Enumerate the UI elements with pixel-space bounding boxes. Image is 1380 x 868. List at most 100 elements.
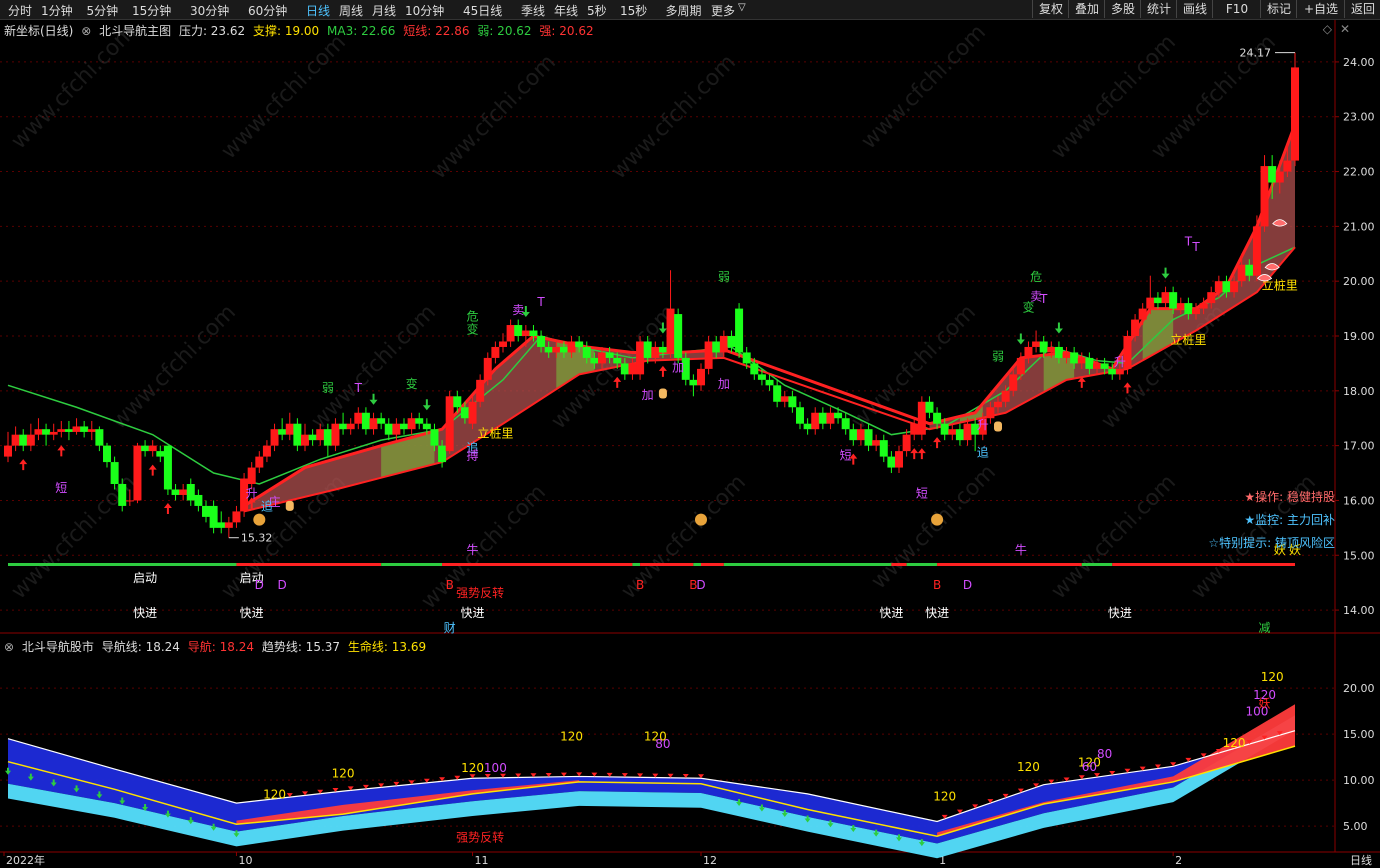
candle-body — [11, 434, 20, 446]
signal-bar-segment — [1112, 563, 1295, 566]
signal-label: T — [1039, 292, 1048, 306]
date-tick-label: 10 — [238, 854, 252, 866]
signal-label: D — [255, 578, 264, 592]
indicator-tick-label: 10.00 — [1343, 774, 1375, 787]
candle-body — [4, 445, 12, 457]
candle-body — [460, 407, 469, 419]
indicator-label: 120 — [933, 789, 956, 803]
candle-body — [1016, 357, 1025, 375]
candle-body — [1047, 346, 1056, 353]
candle-body — [864, 429, 873, 446]
candle-body — [430, 429, 439, 446]
candle-body — [1184, 303, 1193, 315]
candle-body — [19, 434, 28, 446]
signal-label: 升 — [977, 418, 989, 432]
candle-body — [872, 440, 881, 446]
buy-arrow-icon — [57, 445, 66, 457]
candle-body — [666, 308, 675, 353]
sell-arrow-icon — [1161, 267, 1170, 279]
signal-bar-segment — [723, 563, 892, 566]
candle-body — [202, 505, 210, 517]
side-panel: ★操作: 稳健持股 ★监控: 主力回补 ☆特别提示: 铸顶风险区 — [1208, 486, 1335, 555]
candle-body — [1169, 292, 1178, 309]
candle-body — [323, 429, 332, 446]
candle-body — [1199, 303, 1208, 309]
sell-arrow-icon — [369, 393, 378, 405]
candle-body — [963, 423, 972, 441]
signal-label: D — [696, 578, 705, 592]
indicator-label: 强势反转 — [456, 830, 504, 845]
signal-label: 强势反转 — [456, 585, 504, 600]
money-bag-icon — [253, 513, 266, 526]
signal-label: 变 — [406, 376, 418, 391]
candle-body — [552, 346, 561, 353]
candle-body — [163, 445, 172, 490]
candle-body — [422, 423, 431, 430]
candle-body — [1237, 264, 1246, 282]
watermark-text: www.cfchi.com — [7, 20, 141, 154]
candle-body — [575, 341, 584, 347]
candle-body — [636, 341, 645, 375]
signal-label: 快进 — [1108, 606, 1132, 620]
signal-label: 弱 — [992, 350, 1004, 364]
candle-body — [940, 423, 949, 435]
candle-body — [232, 511, 241, 523]
candle-body — [361, 412, 370, 430]
candle-body — [262, 445, 271, 457]
price-tick-label: 20.00 — [1343, 275, 1375, 288]
signal-label: 快进 — [461, 606, 485, 620]
indicator-tick-label: 20.00 — [1343, 682, 1375, 695]
indicator-label: 120 — [263, 787, 286, 801]
signal-label: 弱 — [718, 270, 730, 284]
date-tick-label: 2022年 — [6, 853, 45, 866]
price-tick-label: 22.00 — [1343, 166, 1375, 179]
high-price-label: 24.17 — [1240, 47, 1272, 60]
kline-chart[interactable]: 24.00 23.00 22.00 21.00 20.00 19.00 18.00 17.00… — [0, 0, 1380, 866]
candle-body — [316, 429, 325, 441]
candle-body — [856, 429, 865, 441]
candle-body — [506, 325, 515, 342]
candle-body — [521, 330, 530, 336]
date-tick-label: 11 — [475, 854, 489, 866]
candle-body — [811, 412, 820, 430]
signal-bar-segment — [937, 563, 1082, 566]
signal-label: 快进 — [133, 606, 157, 620]
candle-body — [171, 489, 180, 495]
candle-body — [803, 423, 812, 430]
candle-body — [689, 379, 698, 386]
signal-label: B — [636, 578, 644, 592]
watermark-text: www.cfchi.com — [217, 30, 351, 164]
candle-body — [1153, 297, 1162, 304]
signal-label: 加 — [718, 377, 730, 391]
candle-body — [1252, 226, 1261, 276]
price-tick-label: 17.00 — [1343, 440, 1375, 453]
candle-body — [1192, 308, 1200, 315]
signal-bar-segment — [640, 563, 694, 566]
candle-body — [1009, 374, 1018, 391]
signal-label: 财 — [444, 621, 456, 635]
candle-body — [499, 341, 507, 347]
candle-body — [125, 500, 134, 502]
price-tick-label: 15.00 — [1343, 549, 1375, 562]
signal-bar-segment — [236, 563, 382, 566]
signal-label: 升 — [246, 487, 258, 501]
candle-body — [87, 429, 96, 432]
hand-icon — [994, 421, 1002, 432]
price-tick-label: 24.00 — [1343, 56, 1375, 69]
signal-label: 快进 — [879, 606, 903, 620]
candle-body — [590, 357, 599, 364]
candle-body — [308, 434, 317, 441]
candle-body — [933, 412, 942, 424]
signal-label: 追 — [261, 498, 273, 513]
signal-label: 短 — [55, 481, 67, 495]
candle-body — [735, 308, 744, 353]
candle-body — [95, 429, 104, 446]
candle-body — [438, 445, 447, 463]
candle-body — [643, 341, 652, 358]
candle-body — [887, 456, 896, 468]
watermark-text: www.cfchi.com — [867, 460, 1001, 594]
candle-body — [247, 467, 256, 484]
candle-body — [704, 341, 713, 369]
candle-body — [354, 412, 363, 424]
indicator-label: 120 — [461, 761, 484, 775]
